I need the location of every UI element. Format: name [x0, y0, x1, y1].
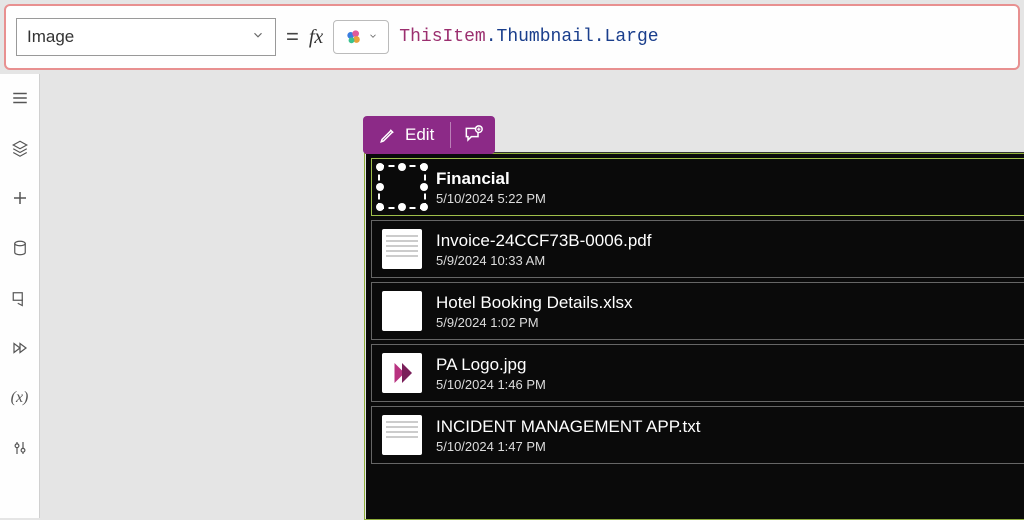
item-title: INCIDENT MANAGEMENT APP.txt — [436, 417, 1024, 437]
list-item[interactable]: Financial 5/10/2024 5:22 PM › — [371, 158, 1024, 216]
item-subtitle: 5/10/2024 5:22 PM — [436, 191, 1024, 206]
item-title: PA Logo.jpg — [436, 355, 1024, 375]
copilot-icon — [344, 27, 364, 47]
tools-icon[interactable] — [10, 438, 30, 458]
hamburger-icon[interactable] — [10, 88, 30, 108]
formula-member: .Thumbnail.Large — [486, 27, 659, 47]
formula-bar: Image = fx ThisItem.Thumbnail.Large — [4, 4, 1020, 70]
thumbnail-image — [382, 353, 422, 393]
powerapps-icon — [387, 358, 417, 388]
copilot-button[interactable] — [333, 20, 389, 54]
item-subtitle: 5/10/2024 1:47 PM — [436, 439, 1024, 454]
item-title: Hotel Booking Details.xlsx — [436, 293, 1024, 313]
list-item[interactable]: Invoice-24CCF73B-0006.pdf 5/9/2024 10:33… — [371, 220, 1024, 278]
formula-keyword: ThisItem — [399, 27, 485, 47]
thumbnail-image — [382, 415, 422, 455]
pencil-icon — [379, 126, 397, 144]
formula-input[interactable]: ThisItem.Thumbnail.Large — [399, 27, 658, 47]
comment-icon — [463, 125, 483, 145]
chevron-down-icon — [251, 27, 265, 47]
left-nav: (x) — [0, 74, 40, 518]
chevron-down-icon — [368, 30, 378, 44]
item-subtitle: 5/9/2024 1:02 PM — [436, 315, 1024, 330]
canvas[interactable]: Edit Financial — [40, 74, 1024, 518]
property-selector[interactable]: Image — [16, 18, 276, 56]
selection-handles[interactable] — [378, 165, 426, 209]
media-icon[interactable] — [10, 288, 30, 308]
app-preview: Edit Financial — [366, 152, 1024, 520]
gallery[interactable]: Edit Financial — [364, 153, 1024, 520]
automate-icon[interactable] — [10, 338, 30, 358]
equals-sign: = — [286, 24, 299, 50]
item-subtitle: 5/9/2024 10:33 AM — [436, 253, 1024, 268]
list-item[interactable]: INCIDENT MANAGEMENT APP.txt 5/10/2024 1:… — [371, 406, 1024, 464]
item-subtitle: 5/10/2024 1:46 PM — [436, 377, 1024, 392]
fx-label[interactable]: fx — [309, 26, 323, 49]
variable-icon[interactable]: (x) — [10, 388, 30, 408]
comment-button[interactable] — [451, 125, 495, 145]
edit-button-label: Edit — [405, 125, 434, 145]
thumbnail-image — [382, 229, 422, 269]
list-item[interactable]: Hotel Booking Details.xlsx 5/9/2024 1:02… — [371, 282, 1024, 340]
item-title: Financial — [436, 169, 1024, 189]
layers-icon[interactable] — [10, 138, 30, 158]
list-item[interactable]: PA Logo.jpg 5/10/2024 1:46 PM › — [371, 344, 1024, 402]
plus-icon[interactable] — [10, 188, 30, 208]
thumbnail-image — [382, 291, 422, 331]
property-selector-value: Image — [27, 27, 74, 47]
database-icon[interactable] — [10, 238, 30, 258]
item-title: Invoice-24CCF73B-0006.pdf — [436, 231, 1024, 251]
edit-button[interactable]: Edit — [363, 116, 450, 154]
selection-toolbar: Edit — [363, 116, 495, 154]
